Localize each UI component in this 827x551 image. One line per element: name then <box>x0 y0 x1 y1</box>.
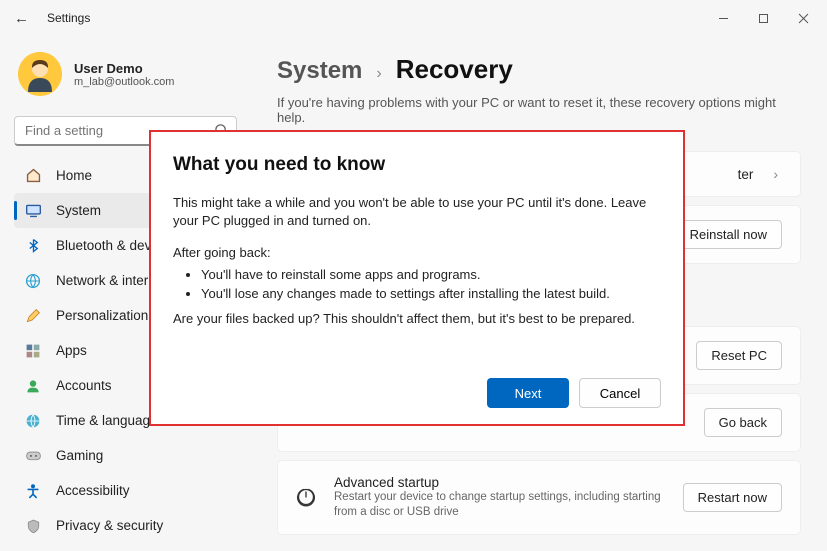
dialog-bullet: You'll lose any changes made to settings… <box>201 284 661 304</box>
sidebar-item-label: Personalization <box>56 308 148 323</box>
network-icon <box>24 272 42 290</box>
sidebar-item-privacy[interactable]: Privacy & security <box>14 508 237 543</box>
dialog-bullet-list: You'll have to reinstall some apps and p… <box>201 265 661 304</box>
sidebar-item-label: Time & language <box>56 413 158 428</box>
sidebar-item-label: System <box>56 203 101 218</box>
page-subtitle: If you're having problems with your PC o… <box>277 95 801 125</box>
minimize-button[interactable] <box>703 3 743 33</box>
page-title: Recovery <box>396 54 513 85</box>
user-name: User Demo <box>74 61 174 76</box>
system-icon <box>24 202 42 220</box>
restart-now-button[interactable]: Restart now <box>683 483 782 512</box>
accessibility-icon <box>24 482 42 500</box>
home-icon <box>24 167 42 185</box>
sidebar-item-gaming[interactable]: Gaming <box>14 438 237 473</box>
dialog-bullet: You'll have to reinstall some apps and p… <box>201 265 661 285</box>
go-back-dialog: What you need to know This might take a … <box>149 130 685 426</box>
bluetooth-icon <box>24 237 42 255</box>
sidebar-item-label: Gaming <box>56 448 103 463</box>
breadcrumb-parent[interactable]: System <box>277 57 362 85</box>
reinstall-now-button[interactable]: Reinstall now <box>675 220 782 249</box>
sidebar-item-label: Accessibility <box>56 483 130 498</box>
card-subtitle: Restart your device to change startup se… <box>334 490 667 520</box>
chevron-right-icon: › <box>769 166 782 182</box>
dialog-title: What you need to know <box>173 154 661 176</box>
apps-icon <box>24 342 42 360</box>
window-title: Settings <box>47 11 90 25</box>
go-back-button[interactable]: Go back <box>704 408 782 437</box>
reset-pc-button[interactable]: Reset PC <box>696 341 782 370</box>
sidebar-item-accessibility[interactable]: Accessibility <box>14 473 237 508</box>
user-email: m_lab@outlook.com <box>74 76 174 88</box>
personalization-icon <box>24 307 42 325</box>
cancel-button[interactable]: Cancel <box>579 378 661 408</box>
card-title: Advanced startup <box>334 475 667 490</box>
card-advanced-startup: Advanced startup Restart your device to … <box>277 460 801 535</box>
sidebar-item-label: Accounts <box>56 378 112 393</box>
sidebar-item-label: Home <box>56 168 92 183</box>
chevron-right-icon: › <box>376 65 381 83</box>
back-button[interactable]: ← <box>14 10 29 27</box>
dialog-paragraph: This might take a while and you won't be… <box>173 194 661 230</box>
gaming-icon <box>24 447 42 465</box>
accounts-icon <box>24 377 42 395</box>
close-button[interactable] <box>783 3 823 33</box>
time-language-icon <box>24 412 42 430</box>
dialog-paragraph: After going back: <box>173 244 661 262</box>
advanced-startup-icon <box>296 487 316 507</box>
maximize-button[interactable] <box>743 3 783 33</box>
dialog-paragraph: Are your files backed up? This shouldn't… <box>173 310 661 328</box>
sidebar-item-label: Privacy & security <box>56 518 163 533</box>
next-button[interactable]: Next <box>487 378 569 408</box>
shield-icon <box>24 517 42 535</box>
avatar <box>18 52 62 96</box>
sidebar-item-label: Apps <box>56 343 87 358</box>
breadcrumb: System › Recovery <box>277 54 801 85</box>
profile[interactable]: User Demo m_lab@outlook.com <box>14 46 237 112</box>
titlebar: ← Settings <box>0 0 827 36</box>
